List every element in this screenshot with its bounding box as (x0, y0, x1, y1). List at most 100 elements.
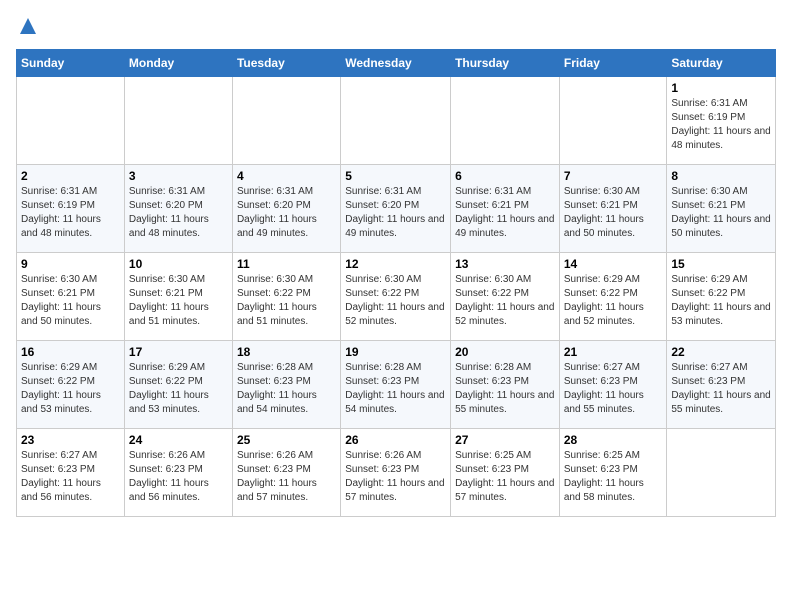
calendar-cell: 17 Sunrise: 6:29 AM Sunset: 6:22 PM Dayli… (124, 341, 232, 429)
calendar-cell: 22 Sunrise: 6:27 AM Sunset: 6:23 PM Dayli… (667, 341, 776, 429)
calendar-cell: 2 Sunrise: 6:31 AM Sunset: 6:19 PM Daylig… (17, 165, 125, 253)
day-info: Sunrise: 6:31 AM Sunset: 6:20 PM Dayligh… (129, 185, 228, 241)
calendar-cell: 20 Sunrise: 6:28 AM Sunset: 6:23 PM Dayli… (451, 341, 560, 429)
day-info: Sunrise: 6:29 AM Sunset: 6:22 PM Dayligh… (671, 273, 771, 329)
day-number: 27 (455, 433, 555, 447)
calendar-header-friday: Friday (559, 50, 667, 77)
day-number: 5 (345, 169, 446, 183)
calendar-header-thursday: Thursday (451, 50, 560, 77)
day-info: Sunrise: 6:26 AM Sunset: 6:23 PM Dayligh… (345, 449, 446, 505)
day-info: Sunrise: 6:31 AM Sunset: 6:21 PM Dayligh… (455, 185, 555, 241)
calendar-cell: 8 Sunrise: 6:30 AM Sunset: 6:21 PM Daylig… (667, 165, 776, 253)
calendar-header-row: SundayMondayTuesdayWednesdayThursdayFrid… (17, 50, 776, 77)
calendar-week-row: 9 Sunrise: 6:30 AM Sunset: 6:21 PM Daylig… (17, 253, 776, 341)
logo (16, 16, 38, 41)
day-number: 18 (237, 345, 336, 359)
day-info: Sunrise: 6:29 AM Sunset: 6:22 PM Dayligh… (564, 273, 663, 329)
calendar-cell (667, 429, 776, 517)
day-number: 6 (455, 169, 555, 183)
calendar-cell: 10 Sunrise: 6:30 AM Sunset: 6:21 PM Dayli… (124, 253, 232, 341)
day-number: 10 (129, 257, 228, 271)
calendar-cell: 23 Sunrise: 6:27 AM Sunset: 6:23 PM Dayli… (17, 429, 125, 517)
day-number: 21 (564, 345, 663, 359)
day-info: Sunrise: 6:30 AM Sunset: 6:22 PM Dayligh… (455, 273, 555, 329)
day-info: Sunrise: 6:30 AM Sunset: 6:21 PM Dayligh… (671, 185, 771, 241)
logo-icon (18, 16, 38, 36)
day-number: 9 (21, 257, 120, 271)
calendar-cell (124, 77, 232, 165)
day-number: 8 (671, 169, 771, 183)
header (16, 16, 776, 41)
day-info: Sunrise: 6:29 AM Sunset: 6:22 PM Dayligh… (129, 361, 228, 417)
day-info: Sunrise: 6:29 AM Sunset: 6:22 PM Dayligh… (21, 361, 120, 417)
calendar-week-row: 1 Sunrise: 6:31 AM Sunset: 6:19 PM Daylig… (17, 77, 776, 165)
calendar-cell (559, 77, 667, 165)
calendar-cell: 9 Sunrise: 6:30 AM Sunset: 6:21 PM Daylig… (17, 253, 125, 341)
calendar-cell: 27 Sunrise: 6:25 AM Sunset: 6:23 PM Dayli… (451, 429, 560, 517)
calendar-week-row: 23 Sunrise: 6:27 AM Sunset: 6:23 PM Dayli… (17, 429, 776, 517)
day-info: Sunrise: 6:30 AM Sunset: 6:21 PM Dayligh… (21, 273, 120, 329)
day-number: 17 (129, 345, 228, 359)
day-info: Sunrise: 6:31 AM Sunset: 6:19 PM Dayligh… (671, 97, 771, 153)
day-number: 23 (21, 433, 120, 447)
day-info: Sunrise: 6:30 AM Sunset: 6:21 PM Dayligh… (129, 273, 228, 329)
calendar-cell (17, 77, 125, 165)
day-number: 15 (671, 257, 771, 271)
day-info: Sunrise: 6:25 AM Sunset: 6:23 PM Dayligh… (455, 449, 555, 505)
calendar-header-sunday: Sunday (17, 50, 125, 77)
calendar-header-saturday: Saturday (667, 50, 776, 77)
day-number: 22 (671, 345, 771, 359)
calendar-table: SundayMondayTuesdayWednesdayThursdayFrid… (16, 49, 776, 517)
calendar-cell: 18 Sunrise: 6:28 AM Sunset: 6:23 PM Dayli… (232, 341, 340, 429)
calendar-header-wednesday: Wednesday (341, 50, 451, 77)
calendar-cell (451, 77, 560, 165)
calendar-cell: 26Sunrise: 6:26 AM Sunset: 6:23 PM Dayli… (341, 429, 451, 517)
calendar-cell: 4 Sunrise: 6:31 AM Sunset: 6:20 PM Daylig… (232, 165, 340, 253)
day-info: Sunrise: 6:28 AM Sunset: 6:23 PM Dayligh… (345, 361, 446, 417)
calendar-cell: 19 Sunrise: 6:28 AM Sunset: 6:23 PM Dayli… (341, 341, 451, 429)
day-number: 3 (129, 169, 228, 183)
calendar-cell (232, 77, 340, 165)
day-info: Sunrise: 6:31 AM Sunset: 6:20 PM Dayligh… (345, 185, 446, 241)
calendar-cell: 25Sunrise: 6:26 AM Sunset: 6:23 PM Dayli… (232, 429, 340, 517)
day-number: 4 (237, 169, 336, 183)
day-number: 11 (237, 257, 336, 271)
day-info: Sunrise: 6:28 AM Sunset: 6:23 PM Dayligh… (455, 361, 555, 417)
calendar-cell: 7Sunrise: 6:30 AM Sunset: 6:21 PM Daylig… (559, 165, 667, 253)
calendar-cell: 6 Sunrise: 6:31 AM Sunset: 6:21 PM Daylig… (451, 165, 560, 253)
day-number: 7 (564, 169, 663, 183)
calendar-cell: 14 Sunrise: 6:29 AM Sunset: 6:22 PM Dayli… (559, 253, 667, 341)
day-number: 20 (455, 345, 555, 359)
day-info: Sunrise: 6:31 AM Sunset: 6:19 PM Dayligh… (21, 185, 120, 241)
day-number: 14 (564, 257, 663, 271)
day-info: Sunrise: 6:26 AM Sunset: 6:23 PM Dayligh… (129, 449, 228, 505)
day-info: Sunrise: 6:28 AM Sunset: 6:23 PM Dayligh… (237, 361, 336, 417)
calendar-header-tuesday: Tuesday (232, 50, 340, 77)
day-info: Sunrise: 6:31 AM Sunset: 6:20 PM Dayligh… (237, 185, 336, 241)
day-number: 24 (129, 433, 228, 447)
calendar-cell: 15 Sunrise: 6:29 AM Sunset: 6:22 PM Dayli… (667, 253, 776, 341)
day-info: Sunrise: 6:27 AM Sunset: 6:23 PM Dayligh… (21, 449, 120, 505)
day-info: Sunrise: 6:30 AM Sunset: 6:22 PM Dayligh… (237, 273, 336, 329)
calendar-week-row: 2 Sunrise: 6:31 AM Sunset: 6:19 PM Daylig… (17, 165, 776, 253)
day-info: Sunrise: 6:25 AM Sunset: 6:23 PM Dayligh… (564, 449, 663, 505)
calendar-cell: 12 Sunrise: 6:30 AM Sunset: 6:22 PM Dayli… (341, 253, 451, 341)
day-number: 25 (237, 433, 336, 447)
calendar-cell: 24 Sunrise: 6:26 AM Sunset: 6:23 PM Dayli… (124, 429, 232, 517)
day-number: 2 (21, 169, 120, 183)
calendar-cell: 16Sunrise: 6:29 AM Sunset: 6:22 PM Dayli… (17, 341, 125, 429)
day-info: Sunrise: 6:30 AM Sunset: 6:22 PM Dayligh… (345, 273, 446, 329)
day-number: 1 (671, 81, 771, 95)
day-number: 19 (345, 345, 446, 359)
calendar-cell: 28 Sunrise: 6:25 AM Sunset: 6:23 PM Dayli… (559, 429, 667, 517)
calendar-cell: 1 Sunrise: 6:31 AM Sunset: 6:19 PM Daylig… (667, 77, 776, 165)
calendar-header-monday: Monday (124, 50, 232, 77)
calendar-cell: 11 Sunrise: 6:30 AM Sunset: 6:22 PM Dayli… (232, 253, 340, 341)
day-info: Sunrise: 6:27 AM Sunset: 6:23 PM Dayligh… (671, 361, 771, 417)
day-number: 28 (564, 433, 663, 447)
day-info: Sunrise: 6:27 AM Sunset: 6:23 PM Dayligh… (564, 361, 663, 417)
calendar-week-row: 16Sunrise: 6:29 AM Sunset: 6:22 PM Dayli… (17, 341, 776, 429)
calendar-cell: 3 Sunrise: 6:31 AM Sunset: 6:20 PM Daylig… (124, 165, 232, 253)
day-number: 12 (345, 257, 446, 271)
calendar-cell: 21 Sunrise: 6:27 AM Sunset: 6:23 PM Dayli… (559, 341, 667, 429)
